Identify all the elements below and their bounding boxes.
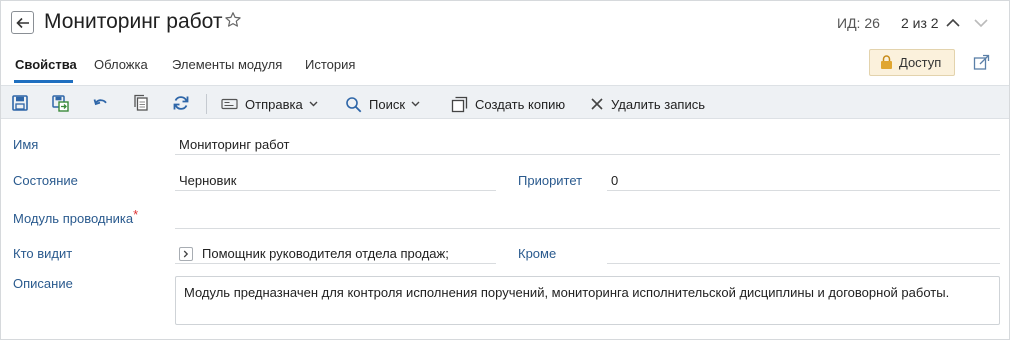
- page-title: Мониторинг работ: [44, 10, 223, 33]
- name-field[interactable]: Мониторинг работ: [179, 137, 290, 152]
- priority-field[interactable]: 0: [611, 173, 618, 188]
- lock-icon: [881, 55, 892, 69]
- search-label: Поиск: [369, 96, 406, 112]
- send-icon: [221, 98, 238, 110]
- priority-field-underline: [607, 190, 1000, 191]
- module-label: Модуль проводника*: [13, 207, 138, 226]
- chevron-down-icon: [411, 101, 420, 107]
- priority-label: Приоритет: [518, 173, 583, 188]
- copy-icon[interactable]: [132, 94, 150, 112]
- active-tab-indicator: [14, 80, 73, 83]
- access-button[interactable]: Доступ: [869, 49, 955, 76]
- duplicate-icon: [451, 96, 468, 112]
- create-copy-label: Создать копию: [475, 96, 566, 112]
- tab-cover[interactable]: Обложка: [94, 57, 148, 72]
- access-button-label: Доступ: [899, 55, 942, 70]
- search-icon: [346, 96, 362, 112]
- pager-position: 2 из 2: [901, 15, 939, 31]
- save-and-close-icon[interactable]: [51, 94, 69, 112]
- arrow-left-icon: [15, 17, 29, 28]
- required-mark: *: [133, 207, 139, 222]
- expand-button[interactable]: [179, 247, 193, 261]
- close-icon: [591, 98, 603, 110]
- tab-history[interactable]: История: [305, 57, 355, 72]
- toolbar: Отправка Поиск Создать копию Удалить зап…: [1, 85, 1009, 119]
- visibility-label: Кто видит: [13, 246, 73, 261]
- undo-icon[interactable]: [92, 94, 110, 112]
- send-label: Отправка: [245, 96, 303, 112]
- except-label: Кроме: [518, 246, 557, 261]
- state-label: Состояние: [13, 173, 78, 188]
- record-id: ИД: 26: [837, 15, 880, 31]
- create-copy-button[interactable]: Создать копию: [451, 95, 565, 113]
- open-external-icon[interactable]: [973, 54, 990, 71]
- name-field-underline: [175, 154, 1000, 155]
- except-field-underline[interactable]: [607, 263, 1000, 264]
- description-label: Описание: [13, 276, 73, 291]
- name-label: Имя: [13, 137, 39, 152]
- search-dropdown-button[interactable]: Поиск: [345, 95, 420, 113]
- tab-properties[interactable]: Свойства: [15, 57, 77, 72]
- state-field-underline: [175, 190, 496, 191]
- back-button[interactable]: [11, 11, 34, 34]
- tab-module-elements[interactable]: Элементы модуля: [172, 57, 282, 72]
- description-textarea[interactable]: Модуль предназначен для контроля исполне…: [175, 276, 1000, 325]
- refresh-icon[interactable]: [172, 94, 190, 112]
- module-label-text: Модуль проводника: [13, 211, 134, 226]
- delete-record-label: Удалить запись: [611, 96, 706, 112]
- visibility-field-underline: [175, 263, 496, 264]
- module-field-underline[interactable]: [175, 228, 1000, 229]
- save-icon[interactable]: [11, 94, 29, 112]
- visibility-field[interactable]: Помощник руководителя отдела продаж;: [202, 246, 449, 261]
- chevron-right-icon: [183, 250, 189, 258]
- chevron-down-icon: [974, 19, 988, 28]
- chevron-down-icon: [309, 101, 318, 107]
- state-field[interactable]: Черновик: [179, 173, 236, 188]
- toolbar-separator: [206, 94, 207, 114]
- chevron-up-icon[interactable]: [944, 14, 962, 32]
- send-dropdown-button[interactable]: Отправка: [221, 95, 318, 113]
- delete-record-button[interactable]: Удалить запись: [590, 95, 705, 113]
- favorite-star-icon[interactable]: [224, 11, 242, 29]
